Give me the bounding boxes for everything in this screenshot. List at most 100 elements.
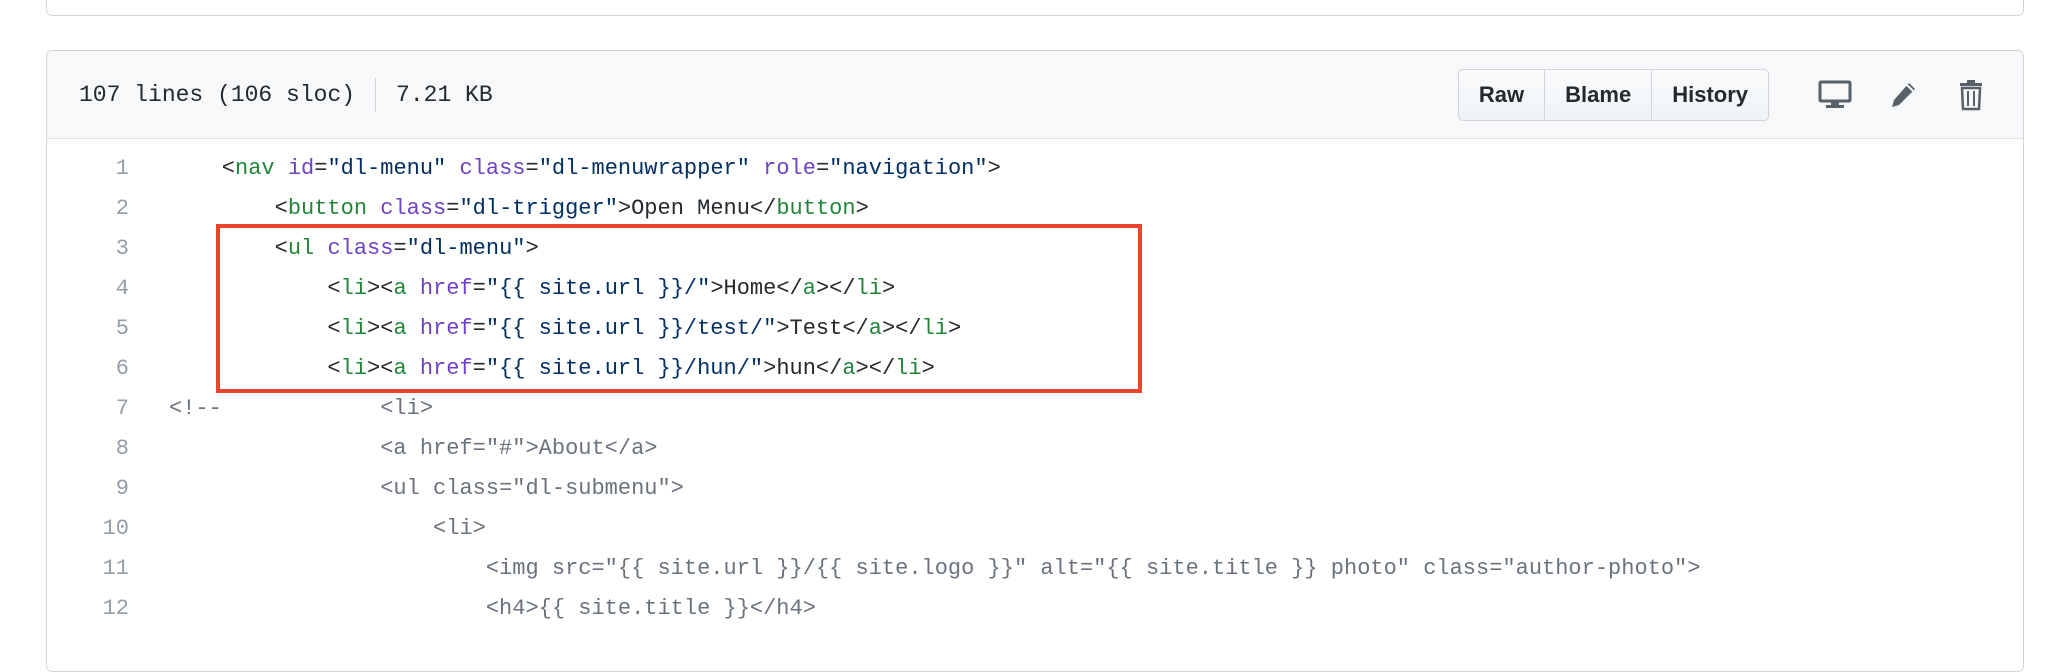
code-token: ></ — [815, 275, 856, 301]
code-line: 1 <nav id="dl-menu" class="dl-menuwrappe… — [47, 148, 2023, 188]
code-token: a — [393, 315, 407, 341]
line-content: <img src="{{ site.url }}/{{ site.logo }}… — [129, 556, 1701, 581]
code-token: button — [287, 195, 368, 221]
code-token: < — [169, 235, 288, 261]
code-line: 3 <ul class="dl-menu"> — [47, 228, 2023, 268]
code-token: class — [380, 195, 447, 221]
code-token: > — [525, 235, 539, 261]
line-content: <h4>{{ site.title }}</h4> — [129, 596, 816, 621]
code-token: role — [763, 155, 816, 181]
line-content: <ul class="dl-menu"> — [129, 236, 539, 261]
file-viewer: 107 lines (106 sloc) 7.21 KB Raw Blame H… — [46, 50, 2024, 672]
code-line: 11 <img src="{{ site.url }}/{{ site.logo… — [47, 548, 2023, 588]
code-token: nav — [235, 155, 275, 181]
line-number[interactable]: 2 — [47, 196, 129, 221]
code-token: <ul class="dl-submenu"> — [169, 475, 684, 501]
code-line: 2 <button class="dl-trigger">Open Menu</… — [47, 188, 2023, 228]
code-line: 7 <!-- <li> — [47, 388, 2023, 428]
code-token: "dl-menuwrapper" — [538, 155, 750, 181]
code-token: ></ — [881, 315, 922, 341]
line-content: <li> — [129, 516, 486, 541]
code-token: class — [459, 155, 526, 181]
code-token: >< — [367, 315, 394, 341]
code-token: ></ — [855, 355, 896, 381]
trash-icon[interactable] — [1949, 73, 1993, 117]
code-token: li — [895, 355, 922, 381]
file-actions: Raw Blame History — [1457, 68, 1993, 121]
code-token: >< — [367, 275, 394, 301]
code-token: href — [419, 355, 473, 381]
line-content: <li><a href="{{ site.url }}/hun/">hun</a… — [129, 355, 934, 381]
code-token: a — [868, 315, 882, 341]
code-token: "navigation" — [829, 155, 988, 181]
code-token: li — [340, 275, 368, 301]
code-line: 10 <li> — [47, 508, 2023, 548]
line-count: 107 lines (106 sloc) — [79, 81, 356, 108]
code-view: 1 <nav id="dl-menu" class="dl-menuwrappe… — [47, 139, 2023, 628]
desktop-icon[interactable] — [1813, 73, 1857, 117]
blame-button[interactable]: Blame — [1544, 68, 1653, 121]
code-token: >Home</ — [710, 275, 803, 301]
raw-button[interactable]: Raw — [1457, 68, 1546, 121]
code-token: "{{ site.url }}/hun/" — [485, 355, 764, 381]
code-line: 6 <li><a href="{{ site.url }}/hun/">hun<… — [47, 348, 2023, 388]
view-button-group: Raw Blame History — [1457, 68, 1769, 121]
line-number[interactable]: 8 — [47, 436, 129, 461]
code-token: = — [472, 355, 486, 381]
line-number[interactable]: 12 — [47, 596, 129, 621]
code-token: "dl-menu" — [327, 155, 447, 181]
line-number[interactable]: 3 — [47, 236, 129, 261]
line-number[interactable]: 4 — [47, 276, 129, 301]
code-token: "dl-menu" — [406, 235, 526, 261]
line-content: <a href="#">About</a> — [129, 436, 657, 461]
code-token: = — [314, 155, 328, 181]
code-token: <h4>{{ site.title }}</h4> — [169, 595, 816, 621]
line-number[interactable]: 11 — [47, 556, 129, 581]
code-line: 8 <a href="#">About</a> — [47, 428, 2023, 468]
line-number[interactable]: 6 — [47, 356, 129, 381]
info-divider — [375, 77, 377, 112]
line-number[interactable]: 1 — [47, 156, 129, 181]
code-token: >Test</ — [776, 315, 869, 341]
code-token: > — [947, 315, 962, 341]
code-token: < — [169, 195, 288, 221]
file-size: 7.21 KB — [396, 81, 493, 108]
line-content: <li><a href="{{ site.url }}/">Home</a></… — [129, 276, 895, 301]
code-token: id — [287, 155, 315, 181]
code-token: = — [472, 275, 486, 301]
line-number[interactable]: 10 — [47, 516, 129, 541]
code-token: li — [340, 315, 368, 341]
code-token: a — [802, 275, 816, 301]
code-token: a — [393, 275, 407, 301]
code-token: a — [842, 355, 856, 381]
previous-panel — [46, 0, 2024, 16]
code-token: < — [169, 355, 341, 381]
code-line: 12 <h4>{{ site.title }}</h4> — [47, 588, 2023, 628]
code-token: li — [921, 315, 948, 341]
line-number[interactable]: 7 — [47, 396, 129, 421]
code-token: <li> — [169, 515, 486, 541]
line-content: <nav id="dl-menu" class="dl-menuwrapper"… — [129, 156, 1001, 181]
code-token: = — [472, 315, 486, 341]
line-number[interactable]: 9 — [47, 476, 129, 501]
code-token: >Open Menu</ — [617, 195, 777, 221]
history-button[interactable]: History — [1651, 68, 1769, 121]
code-line: 9 <ul class="dl-submenu"> — [47, 468, 2023, 508]
code-token: = — [446, 195, 460, 221]
code-token: >hun</ — [763, 355, 843, 381]
code-token: "{{ site.url }}/test/" — [485, 315, 777, 341]
code-token: "{{ site.url }}/" — [485, 275, 711, 301]
code-token: > — [987, 155, 1001, 181]
line-number[interactable]: 5 — [47, 316, 129, 341]
code-token: "dl-trigger" — [459, 195, 618, 221]
pencil-icon[interactable] — [1881, 73, 1925, 117]
file-header: 107 lines (106 sloc) 7.21 KB Raw Blame H… — [47, 51, 2023, 139]
